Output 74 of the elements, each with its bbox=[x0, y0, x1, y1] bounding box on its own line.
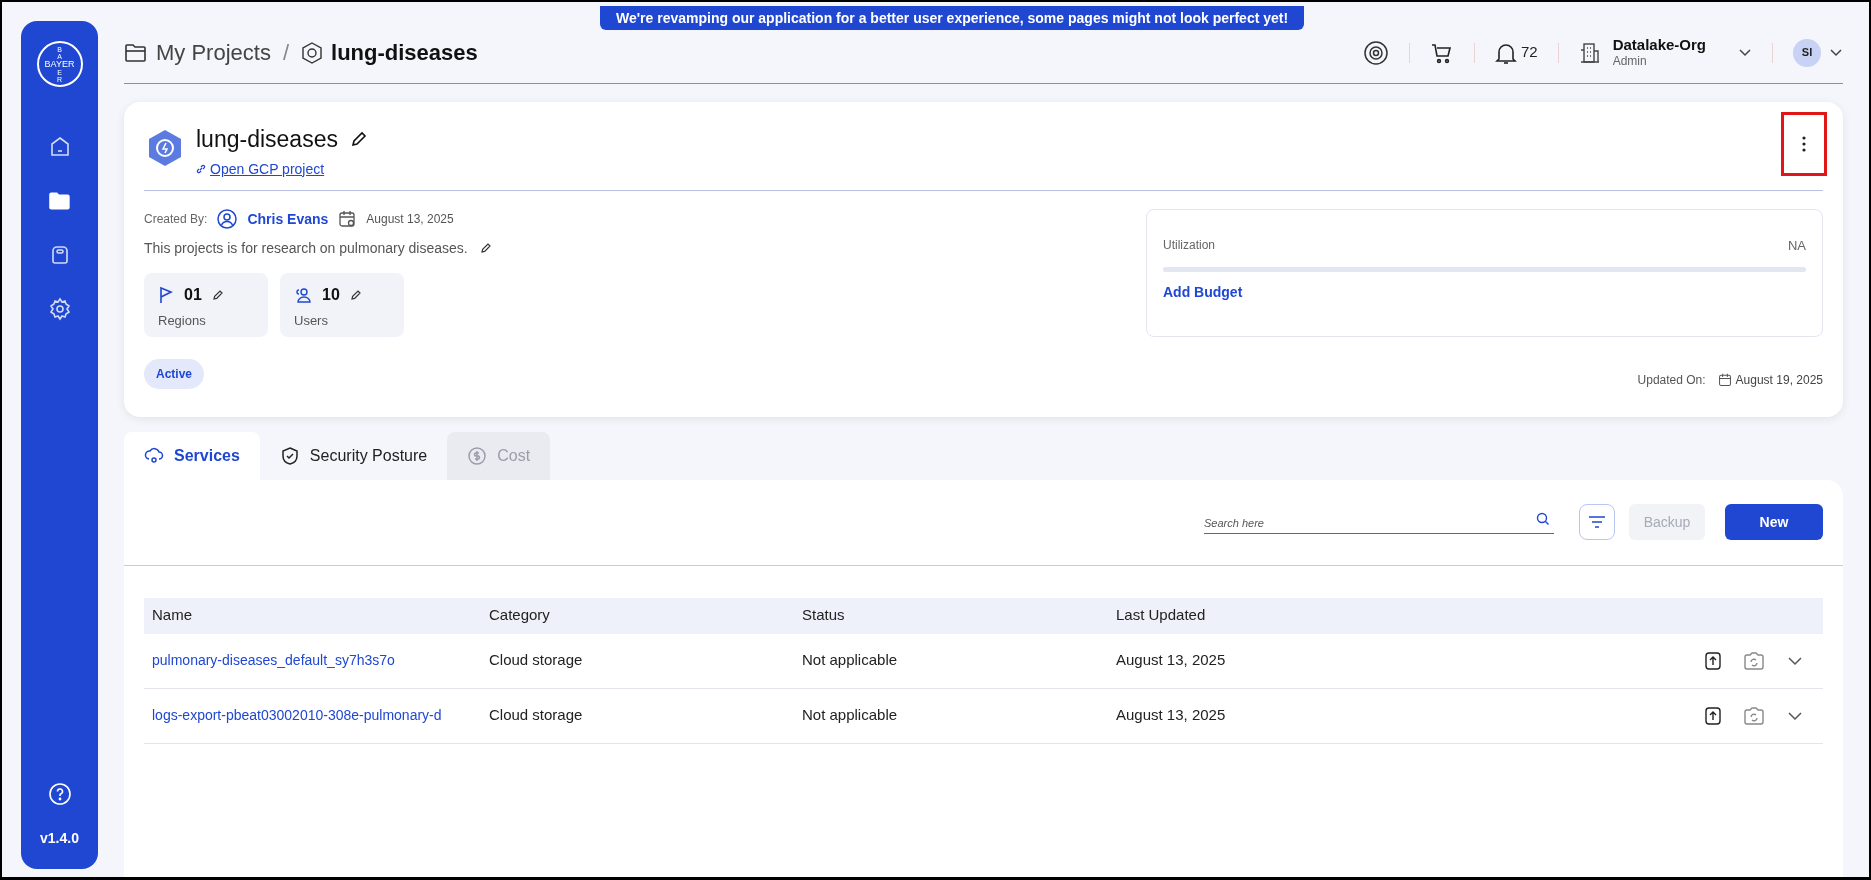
pencil-icon[interactable] bbox=[349, 130, 368, 149]
stat-value: 10 bbox=[322, 284, 340, 305]
link-icon bbox=[196, 164, 206, 174]
table-cell-text: Not applicable bbox=[801, 650, 899, 671]
cloud-icon bbox=[144, 445, 164, 466]
calendar-icon bbox=[338, 210, 357, 228]
stat-label: Regions bbox=[158, 311, 207, 330]
camera-refresh-icon[interactable] bbox=[1743, 650, 1765, 671]
upload-icon[interactable] bbox=[1705, 651, 1721, 670]
folder-icon[interactable] bbox=[124, 41, 148, 64]
flag-icon bbox=[158, 285, 174, 304]
version-label: v1.4.0 bbox=[40, 829, 79, 848]
chevron-down-icon[interactable] bbox=[1787, 710, 1803, 721]
open-gcp-project-link[interactable]: Open GCP project bbox=[210, 158, 325, 180]
chevron-down-icon[interactable] bbox=[1829, 47, 1843, 58]
shield-check-icon bbox=[279, 445, 300, 466]
created-by-label: Created By: bbox=[144, 211, 208, 228]
project-hexagon-icon bbox=[146, 128, 184, 168]
organization-name: Datalake-Org bbox=[1612, 35, 1706, 55]
user-avatar[interactable]: SI bbox=[1793, 38, 1821, 67]
dollar-icon bbox=[467, 445, 488, 466]
role-label: Admin bbox=[1612, 54, 1648, 70]
search-icon bbox=[1536, 511, 1550, 526]
project-title: lung-diseases bbox=[196, 125, 338, 154]
add-budget-link[interactable]: Add Budget bbox=[1163, 282, 1243, 303]
utilization-label: Utilization bbox=[1163, 236, 1216, 254]
help-icon[interactable] bbox=[47, 782, 72, 806]
filter-button[interactable] bbox=[1579, 504, 1615, 540]
utilization-value: NA bbox=[1787, 236, 1806, 255]
users-icon bbox=[294, 285, 312, 304]
camera-refresh-icon[interactable] bbox=[1743, 705, 1765, 726]
table-cell-text: Cloud storage bbox=[488, 705, 584, 726]
calendar-icon bbox=[1717, 372, 1732, 387]
tab[interactable]: Security Posture bbox=[259, 431, 448, 480]
pencil-icon[interactable] bbox=[479, 242, 492, 254]
project-description: This projects is for research on pulmonary diseases. bbox=[144, 238, 468, 258]
updated-on-label: Updated On: bbox=[1637, 371, 1706, 389]
chevron-down-icon[interactable] bbox=[1787, 655, 1803, 666]
user-circle-icon bbox=[217, 209, 238, 229]
resource-link[interactable]: logs-export-pbeat03002010-308e-pulmonary-d bbox=[144, 705, 481, 726]
pencil-icon[interactable] bbox=[211, 288, 224, 301]
stat-label: Users bbox=[294, 311, 329, 330]
column-header: Last Updated bbox=[1115, 605, 1207, 626]
chevron-down-icon[interactable] bbox=[1738, 47, 1752, 58]
more-options-button[interactable] bbox=[1781, 112, 1827, 176]
tab[interactable]: Services bbox=[124, 431, 260, 480]
table-cell-text: August 13, 2025 bbox=[1115, 650, 1227, 671]
column-header: Status bbox=[801, 605, 846, 626]
breadcrumb-current: lung-diseases bbox=[331, 39, 478, 67]
column-header: Category bbox=[488, 605, 551, 626]
table-cell-text: Not applicable bbox=[801, 705, 899, 726]
table-cell-text: August 13, 2025 bbox=[1115, 705, 1227, 726]
upload-icon[interactable] bbox=[1705, 706, 1721, 725]
creator-name[interactable]: Chris Evans bbox=[247, 208, 329, 230]
hexagon-icon bbox=[301, 41, 324, 64]
settings-icon[interactable] bbox=[47, 297, 72, 321]
filter-icon bbox=[1588, 515, 1606, 529]
kebab-menu-icon bbox=[1802, 136, 1806, 152]
search-field[interactable]: Search here bbox=[1204, 514, 1554, 535]
updated-date: August 19, 2025 bbox=[1735, 371, 1823, 389]
pencil-icon[interactable] bbox=[349, 288, 362, 301]
resource-link[interactable]: pulmonary-diseases_default_sy7h3s7o bbox=[144, 650, 481, 671]
announcement-banner: We're revamping our application for a better user experience, some pages might not look perfect yet! bbox=[600, 6, 1305, 30]
table-cell-text: Cloud storage bbox=[488, 650, 584, 671]
notification-count: 72 bbox=[1520, 42, 1538, 63]
column-header: Name bbox=[151, 605, 193, 626]
logo-text: BAYER bbox=[44, 59, 75, 69]
new-button[interactable]: New bbox=[1725, 504, 1823, 540]
created-date: August 13, 2025 bbox=[366, 211, 454, 228]
stat-value: 01 bbox=[184, 284, 202, 305]
status-badge: Active bbox=[144, 358, 205, 389]
breadcrumb-separator: / bbox=[282, 39, 290, 67]
breadcrumb-link[interactable]: My Projects bbox=[156, 36, 271, 69]
building-icon bbox=[1578, 41, 1601, 64]
